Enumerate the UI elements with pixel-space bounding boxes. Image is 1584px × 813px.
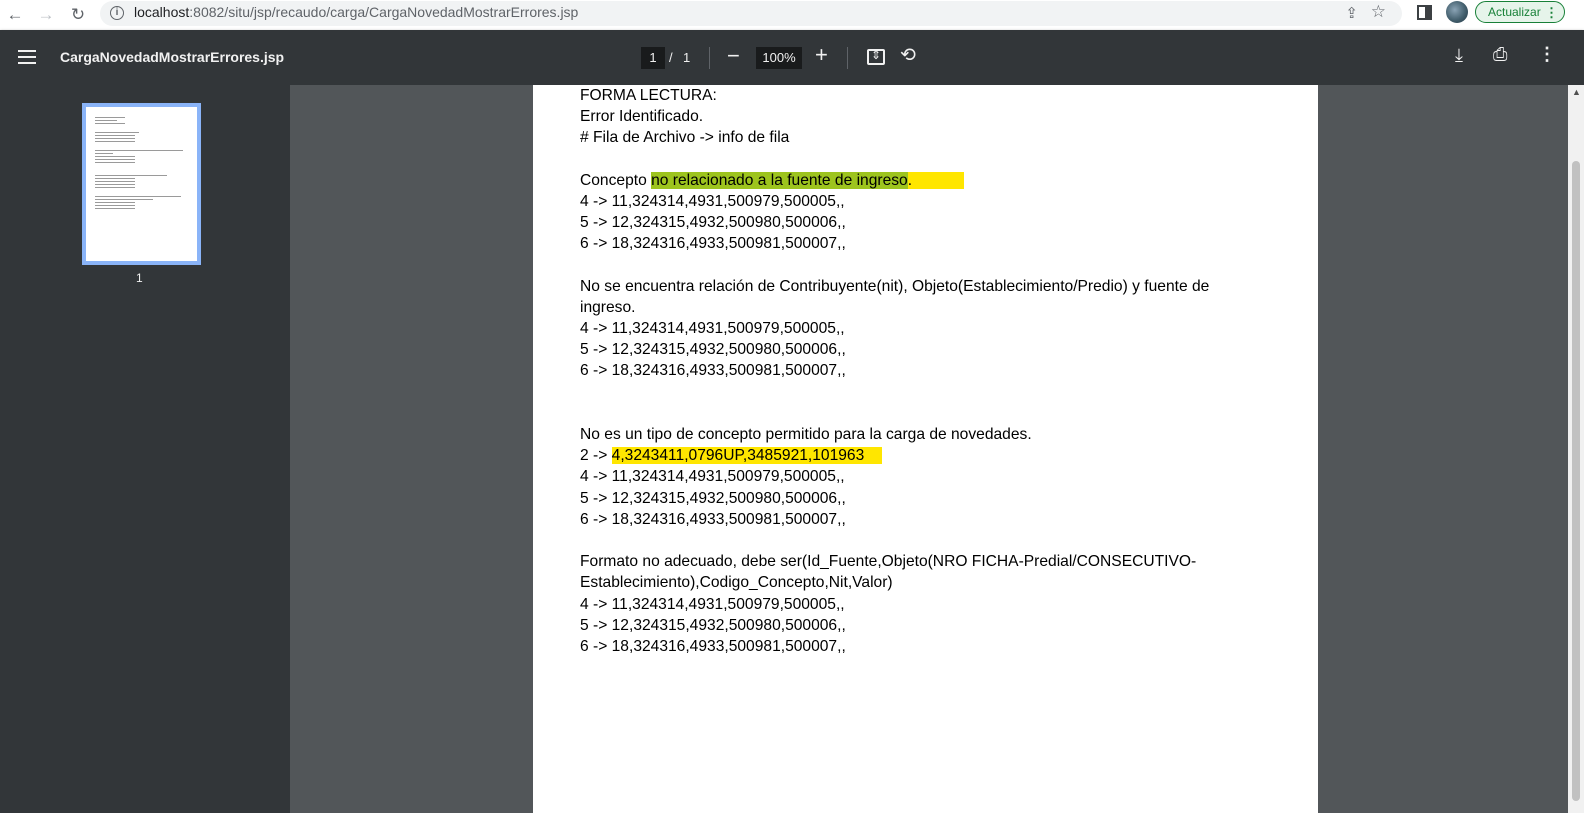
zoom-in-icon[interactable]: + bbox=[815, 42, 828, 68]
url-path: :8082/situ/jsp/recaudo/carga/CargaNoveda… bbox=[189, 4, 579, 20]
reload-icon[interactable]: ↻ bbox=[66, 3, 90, 27]
browser-toolbar: ← → ↻ i localhost:8082/situ/jsp/recaudo/… bbox=[0, 0, 1584, 30]
error-row: 6 -> 18,324316,4933,500981,500007,, bbox=[580, 637, 846, 655]
browser-menu-icon[interactable]: ⋮ bbox=[1545, 3, 1558, 23]
title-text: Concepto bbox=[580, 171, 652, 189]
download-icon[interactable]: ⤓ bbox=[1455, 45, 1463, 66]
section-title-relacion: ingreso. bbox=[580, 298, 636, 316]
pdf-toolbar: CargaNovedadMostrarErrores.jsp 1 / 1 − 1… bbox=[0, 30, 1584, 85]
hamburger-menu-icon[interactable] bbox=[18, 50, 36, 64]
profile-avatar[interactable] bbox=[1446, 1, 1468, 23]
section-title-concepto: Concepto no relacionado a la fuente de i… bbox=[580, 170, 1300, 191]
url-text[interactable]: localhost:8082/situ/jsp/recaudo/carga/Ca… bbox=[134, 4, 578, 20]
print-icon[interactable]: ⎙ bbox=[1493, 44, 1507, 65]
thumbnail-sidebar: 1 bbox=[0, 85, 290, 813]
scroll-thumb[interactable] bbox=[1572, 161, 1580, 801]
forward-icon[interactable]: → bbox=[34, 3, 58, 27]
page-number-input[interactable]: 1 bbox=[641, 47, 665, 69]
pdf-page: FORMA LECTURA: Error Identificado. # Fil… bbox=[533, 85, 1318, 813]
share-icon[interactable]: ⇪ bbox=[1345, 4, 1358, 22]
error-row: 4 -> 11,324314,4931,500979,500005,, bbox=[580, 595, 845, 613]
address-bar[interactable]: i localhost:8082/situ/jsp/recaudo/carga/… bbox=[100, 1, 1402, 26]
error-row: 4 -> 11,324314,4931,500979,500005,, bbox=[580, 468, 845, 486]
error-row: 5 -> 12,324315,4932,500980,500006,, bbox=[580, 214, 846, 232]
header-line: # Fila de Archivo -> info de fila bbox=[580, 129, 790, 147]
error-row: 6 -> 18,324316,4933,500981,500007,, bbox=[580, 235, 846, 253]
zoom-out-icon[interactable]: − bbox=[727, 43, 740, 69]
section-title-tipo-concepto: No es un tipo de concepto permitido para… bbox=[580, 426, 1032, 443]
page-thumbnail[interactable] bbox=[82, 103, 201, 265]
error-row: 4 -> 11,324314,4931,500979,500005,, bbox=[580, 192, 845, 210]
fit-page-icon[interactable] bbox=[867, 48, 885, 65]
toolbar-divider bbox=[847, 47, 848, 69]
header-line: FORMA LECTURA: bbox=[580, 87, 717, 104]
error-row: 5 -> 12,324315,4932,500980,500006,, bbox=[580, 616, 846, 634]
page-content: FORMA LECTURA: Error Identificado. # Fil… bbox=[580, 85, 1300, 657]
thumbnail-page-number: 1 bbox=[136, 271, 143, 285]
bookmark-star-icon[interactable]: ☆ bbox=[1371, 2, 1386, 22]
highlighted-row-value: 4,3243411,0796UP,3485921,101963 bbox=[611, 447, 865, 465]
header-line: Error Identificado. bbox=[580, 108, 704, 126]
error-row: 6 -> 18,324316,4933,500981,500007,, bbox=[580, 362, 846, 380]
error-row: 5 -> 12,324315,4932,500980,500006,, bbox=[580, 489, 846, 507]
site-info-icon[interactable]: i bbox=[110, 6, 124, 20]
highlighted-text: no relacionado a la fuente de ingreso bbox=[651, 171, 908, 189]
more-actions-icon[interactable]: ⋮ bbox=[1538, 44, 1556, 65]
rotate-icon[interactable]: ⟲ bbox=[900, 44, 916, 67]
row-prefix: 2 -> bbox=[580, 447, 612, 465]
section-title-formato: Formato no adecuado, debe ser(Id_Fuente,… bbox=[580, 553, 1197, 571]
side-panel-icon[interactable] bbox=[1417, 5, 1432, 20]
update-button[interactable]: Actualizar ⋮ bbox=[1475, 1, 1565, 23]
error-row: 4 -> 11,324314,4931,500979,500005,, bbox=[580, 320, 845, 338]
zoom-input[interactable]: 100% bbox=[756, 47, 802, 69]
section-title-formato: Establecimiento),Codigo_Concepto,Nit,Val… bbox=[580, 574, 893, 592]
url-host: localhost bbox=[134, 4, 190, 20]
back-icon[interactable]: ← bbox=[3, 3, 27, 27]
toolbar-divider bbox=[709, 47, 710, 69]
section-title-relacion: No se encuentra relación de Contribuyent… bbox=[580, 277, 1210, 295]
page-separator: / bbox=[669, 50, 673, 65]
update-label: Actualizar bbox=[1488, 5, 1541, 19]
error-row: 5 -> 12,324315,4932,500980,500006,, bbox=[580, 341, 846, 359]
page-total: 1 bbox=[683, 50, 691, 65]
error-row-highlighted: 2 -> 4,3243411,0796UP,3485921,101963 bbox=[580, 445, 1300, 466]
scroll-up-icon[interactable]: ▲ bbox=[1572, 87, 1581, 97]
document-title: CargaNovedadMostrarErrores.jsp bbox=[60, 49, 285, 65]
document-viewer[interactable]: FORMA LECTURA: Error Identificado. # Fil… bbox=[290, 85, 1568, 813]
error-row: 6 -> 18,324316,4933,500981,500007,, bbox=[580, 510, 846, 528]
vertical-scrollbar[interactable]: ▲ bbox=[1568, 85, 1584, 813]
